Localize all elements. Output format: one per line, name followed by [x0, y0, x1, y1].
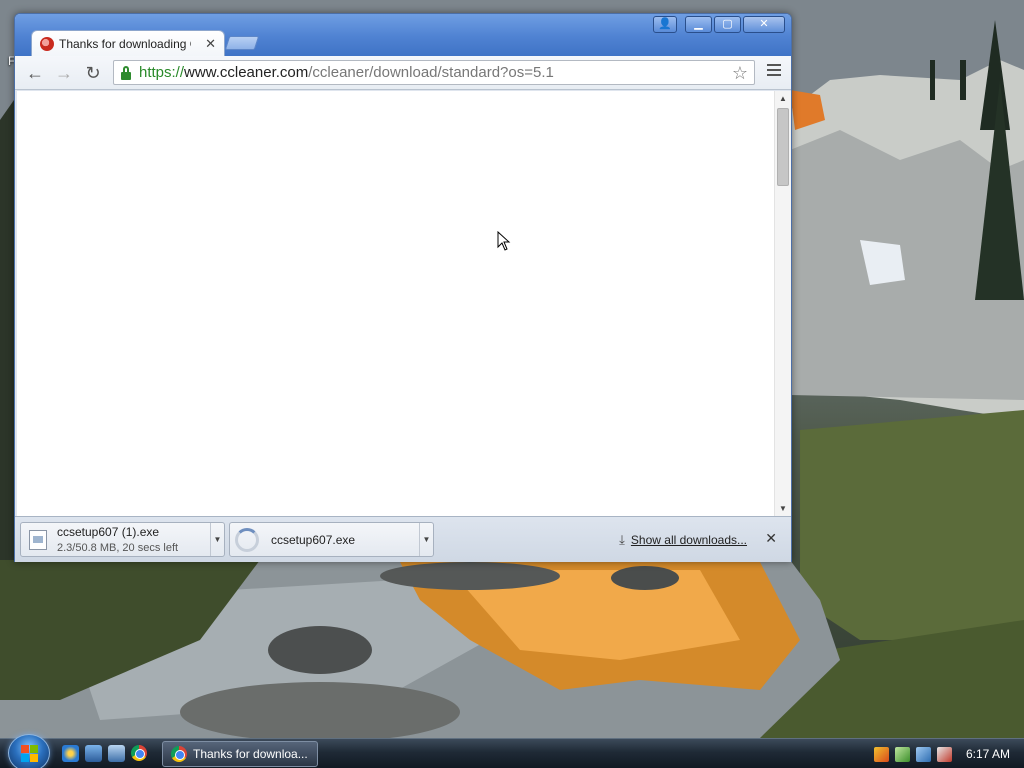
quick-launch	[62, 745, 153, 762]
taskbar: Thanks for downloa... 6:17 AM	[0, 734, 1024, 768]
window-controls: 👤 ▁ ▢ ✕	[653, 16, 785, 33]
scroll-up-icon[interactable]: ▲	[779, 94, 787, 103]
download-options-button[interactable]: ▼	[210, 523, 224, 556]
browser-window: 👤 ▁ ▢ ✕ Thanks for downloading C ✕ ← → ↻…	[14, 13, 792, 562]
title-bar[interactable]: 👤 ▁ ▢ ✕ Thanks for downloading C ✕	[15, 14, 791, 57]
star-icon[interactable]: ☆	[732, 63, 748, 84]
url-host: www.ccleaner.com	[184, 64, 309, 81]
download-item[interactable]: ccsetup607.exe ▼	[229, 522, 434, 557]
download-status: 2.3/50.8 MB, 20 secs left	[57, 541, 179, 554]
download-item[interactable]: ccsetup607 (1).exe 2.3/50.8 MB, 20 secs …	[20, 522, 225, 557]
download-options-button[interactable]: ▼	[419, 523, 433, 556]
vertical-scrollbar[interactable]: ▲ ▼	[774, 91, 791, 516]
windows-logo-icon	[21, 745, 39, 763]
taskbar-button-label: Thanks for downloa...	[193, 747, 308, 761]
url-path: /ccleaner/download/standard?os=5.1	[308, 64, 554, 81]
download-shelf: ccsetup607 (1).exe 2.3/50.8 MB, 20 secs …	[15, 516, 791, 562]
browser-toolbar: ← → ↻ https://www.ccleaner.com/ccleaner/…	[15, 56, 791, 90]
switch-windows-icon[interactable]	[108, 745, 125, 762]
forward-button[interactable]: →	[52, 61, 76, 85]
clock[interactable]: 6:17 AM	[966, 747, 1010, 761]
internet-explorer-icon[interactable]	[62, 745, 79, 762]
download-icon: ⤓	[619, 532, 625, 547]
address-bar[interactable]: https://www.ccleaner.com/ccleaner/downlo…	[113, 60, 755, 85]
back-button[interactable]: ←	[23, 61, 47, 85]
chrome-icon[interactable]	[131, 745, 147, 761]
file-icon	[29, 529, 47, 550]
taskbar-chrome-button[interactable]: Thanks for downloa...	[162, 741, 318, 767]
tab-close-button[interactable]: ✕	[205, 36, 216, 52]
page-content: ▲ ▼	[17, 91, 791, 516]
scroll-down-icon[interactable]: ▼	[779, 504, 787, 513]
download-progress-icon	[235, 527, 259, 552]
start-button[interactable]	[8, 734, 50, 768]
menu-icon[interactable]	[767, 64, 781, 79]
profile-button[interactable]: 👤	[653, 16, 677, 33]
scroll-thumb[interactable]	[777, 108, 789, 186]
chrome-icon	[171, 746, 187, 762]
tab-active[interactable]: Thanks for downloading C ✕	[31, 30, 225, 57]
shield-icon[interactable]	[873, 746, 889, 762]
new-tab-button[interactable]	[224, 36, 260, 50]
url-text[interactable]: https://www.ccleaner.com/ccleaner/downlo…	[139, 64, 554, 81]
close-shelf-button[interactable]: ✕	[765, 530, 777, 547]
lock-icon[interactable]	[120, 65, 132, 80]
network-icon[interactable]	[915, 746, 931, 762]
mouse-cursor-icon	[497, 231, 511, 251]
download-filename: ccsetup607.exe	[271, 532, 356, 547]
download-text: ccsetup607.exe	[259, 532, 419, 548]
tab-title: Thanks for downloading C	[59, 37, 191, 51]
system-tray: 6:17 AM	[873, 739, 1016, 768]
show-all-downloads-link[interactable]: ⤓ Show all downloads...	[619, 532, 747, 548]
reload-button[interactable]: ↻	[81, 61, 105, 85]
show-desktop-icon[interactable]	[85, 745, 102, 762]
security-check-icon[interactable]	[894, 746, 910, 762]
download-filename: ccsetup607 (1).exe	[57, 524, 160, 539]
close-window-button[interactable]: ✕	[743, 16, 785, 33]
maximize-button[interactable]: ▢	[714, 16, 741, 33]
ccleaner-icon	[40, 37, 54, 51]
minimize-button[interactable]: ▁	[685, 16, 712, 33]
volume-muted-icon[interactable]	[936, 746, 952, 762]
url-scheme: https://	[139, 64, 185, 81]
show-all-downloads-label: Show all downloads...	[630, 533, 747, 547]
download-text: ccsetup607 (1).exe 2.3/50.8 MB, 20 secs …	[57, 524, 210, 556]
